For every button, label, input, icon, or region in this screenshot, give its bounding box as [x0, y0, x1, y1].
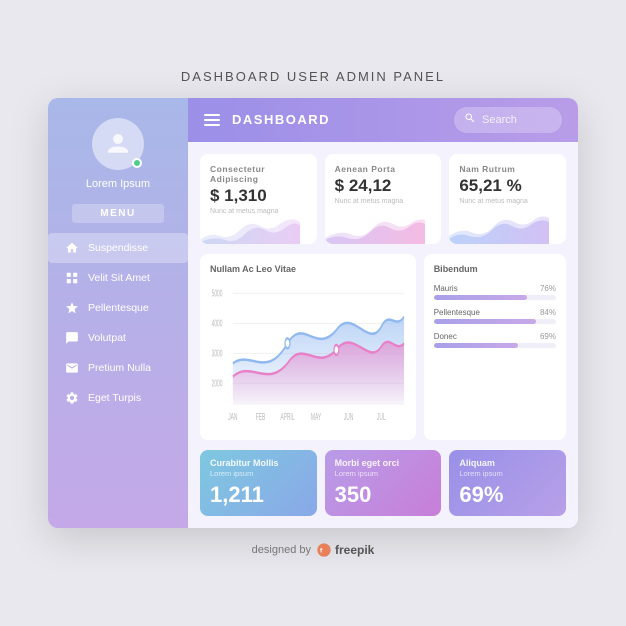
bar-label-pellentesque: Pellentesque — [434, 308, 480, 317]
stat-card-2: Aenean Porta $ 24,12 Nunc at metus magna — [325, 154, 442, 244]
svg-text:MAY: MAY — [311, 411, 322, 422]
sidebar-item-label: Suspendisse — [88, 242, 148, 254]
sidebar-item-pellentesque[interactable]: Pellentesque — [48, 293, 188, 323]
bottom-card-3-title: Aliquam — [459, 458, 556, 468]
bar-label-mauris: Mauris — [434, 284, 458, 293]
search-box[interactable] — [454, 107, 562, 133]
grid-icon — [64, 270, 80, 286]
sidebar-item-label: Velit Sit Amet — [88, 272, 150, 284]
bottom-cards-row: Curabitur Mollis Lorem ipsum 1,211 Morbi… — [200, 450, 566, 516]
bar-fill-mauris — [434, 295, 527, 300]
bottom-card-2: Morbi eget orci Lorem ipsum 350 — [325, 450, 442, 516]
progress-bars-card: Bibendum Mauris 76% Pellentesque — [424, 254, 566, 440]
sidebar: Lorem Ipsum MENU Suspendisse Velit Sit A… — [48, 98, 188, 528]
sidebar-item-suspendisse[interactable]: Suspendisse — [48, 233, 188, 263]
bottom-card-2-value: 350 — [335, 482, 432, 508]
bar-item-donec: Donec 69% — [434, 332, 556, 348]
stat-card-3: Nam Rutrum 65,21 % Nunc at metus magna — [449, 154, 566, 244]
bottom-card-1-title: Curabitur Mollis — [210, 458, 307, 468]
chart-area: 5000 4000 3000 2000 — [210, 280, 406, 430]
page-title: DASHBOARD USER ADMIN PANEL — [181, 69, 445, 84]
star-icon — [64, 300, 80, 316]
bottom-card-1: Curabitur Mollis Lorem ipsum 1,211 — [200, 450, 317, 516]
bottom-card-3-value: 69% — [459, 482, 556, 508]
home-icon — [64, 240, 80, 256]
bar-fill-pellentesque — [434, 319, 537, 324]
bar-track-donec — [434, 343, 556, 348]
chat-icon — [64, 330, 80, 346]
online-indicator — [132, 158, 142, 168]
svg-text:5000: 5000 — [212, 287, 223, 298]
stat-card-3-title: Nam Rutrum — [459, 164, 556, 174]
main-content: DASHBOARD Consectetur Adipiscing $ 1,310… — [188, 98, 578, 528]
admin-panel: Lorem Ipsum MENU Suspendisse Velit Sit A… — [48, 98, 578, 528]
search-input[interactable] — [482, 114, 552, 126]
bottom-card-1-sub: Lorem ipsum — [210, 469, 307, 478]
search-icon — [464, 111, 476, 129]
avatar-wrap — [92, 118, 144, 170]
stat-card-2-sub: Nunc at metus magna — [335, 198, 432, 205]
svg-text:4000: 4000 — [212, 317, 223, 328]
sidebar-item-label: Volutpat — [88, 332, 126, 344]
topbar-title: DASHBOARD — [232, 112, 454, 127]
svg-text:2000: 2000 — [212, 377, 223, 388]
stat-card-3-sub: Nunc at metus magna — [459, 198, 556, 205]
hamburger-button[interactable] — [204, 114, 220, 126]
stat-card-3-value: 65,21 % — [459, 176, 556, 196]
bar-label-donec: Donec — [434, 332, 457, 341]
progress-bars-title: Bibendum — [434, 264, 556, 274]
svg-text:3000: 3000 — [212, 347, 223, 358]
menu-label: MENU — [72, 204, 163, 223]
area-chart-card: Nullam Ac Leo Vitae — [200, 254, 416, 440]
stat-card-1: Consectetur Adipiscing $ 1,310 Nunc at m… — [200, 154, 317, 244]
user-name: Lorem Ipsum — [86, 178, 150, 190]
bottom-card-1-value: 1,211 — [210, 482, 307, 508]
sidebar-item-eget[interactable]: Eget Turpis — [48, 383, 188, 413]
middle-row: Nullam Ac Leo Vitae — [200, 254, 566, 440]
footer-brand: freepik — [335, 543, 374, 557]
bar-pct-donec: 69% — [540, 332, 556, 341]
bar-item-mauris: Mauris 76% — [434, 284, 556, 300]
topbar: DASHBOARD — [188, 98, 578, 142]
sidebar-item-pretium[interactable]: Pretium Nulla — [48, 353, 188, 383]
bar-fill-donec — [434, 343, 518, 348]
svg-text:FEB: FEB — [256, 411, 266, 422]
stat-cards-row: Consectetur Adipiscing $ 1,310 Nunc at m… — [200, 154, 566, 244]
sidebar-item-label: Eget Turpis — [88, 392, 141, 404]
svg-text:JUN: JUN — [344, 411, 354, 422]
sidebar-item-volutpat[interactable]: Volutpat — [48, 323, 188, 353]
svg-text:JUL: JUL — [377, 411, 386, 422]
settings-icon — [64, 390, 80, 406]
footer: designed by f freepik — [252, 542, 375, 558]
stat-card-1-value: $ 1,310 — [210, 186, 307, 206]
bar-item-pellentesque: Pellentesque 84% — [434, 308, 556, 324]
bottom-card-2-title: Morbi eget orci — [335, 458, 432, 468]
mail-icon — [64, 360, 80, 376]
freepik-logo: f freepik — [316, 542, 374, 558]
bottom-card-2-sub: Lorem ipsum — [335, 469, 432, 478]
footer-text: designed by — [252, 544, 311, 556]
bar-pct-pellentesque: 84% — [540, 308, 556, 317]
bottom-card-3-sub: Lorem ipsum — [459, 469, 556, 478]
stat-card-2-title: Aenean Porta — [335, 164, 432, 174]
sidebar-item-label: Pretium Nulla — [88, 362, 151, 374]
sidebar-item-label: Pellentesque — [88, 302, 149, 314]
sidebar-item-velit[interactable]: Velit Sit Amet — [48, 263, 188, 293]
bottom-card-3: Aliquam Lorem ipsum 69% — [449, 450, 566, 516]
bar-track-mauris — [434, 295, 556, 300]
bar-track-pellentesque — [434, 319, 556, 324]
svg-text:APRIL: APRIL — [280, 411, 295, 422]
stat-card-2-value: $ 24,12 — [335, 176, 432, 196]
stat-card-1-title: Consectetur Adipiscing — [210, 164, 307, 184]
chart-title: Nullam Ac Leo Vitae — [210, 264, 406, 274]
content-area: Consectetur Adipiscing $ 1,310 Nunc at m… — [188, 142, 578, 528]
bar-pct-mauris: 76% — [540, 284, 556, 293]
svg-text:JAN: JAN — [228, 411, 237, 422]
